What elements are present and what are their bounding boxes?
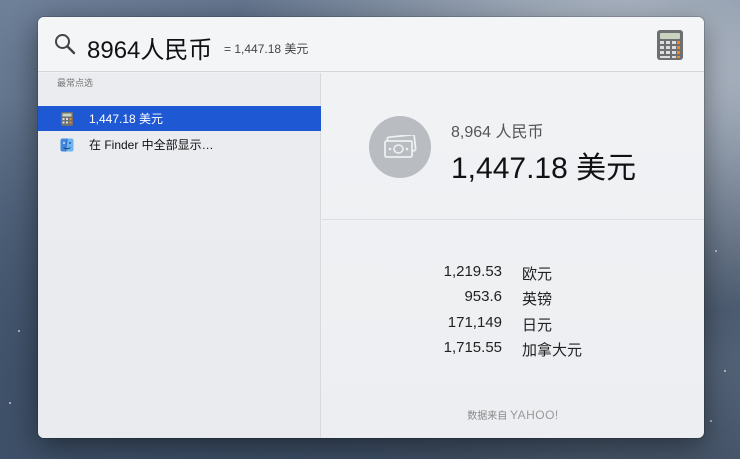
result-item-label: 在 Finder 中全部显示… [89, 138, 214, 152]
section-header: 最常点选 [57, 78, 94, 88]
conversion-currency: 加拿大元 [522, 342, 583, 359]
calculator-icon[interactable] [654, 29, 686, 61]
to-amount: 1,447.18 美元 [451, 152, 637, 185]
conversion-row: 953.6 英镑 [322, 288, 704, 310]
result-item-show-in-finder[interactable]: 在 Finder 中全部显示… [38, 132, 321, 157]
conversion-value: 1,219.53 [443, 263, 502, 280]
conversion-currency: 日元 [522, 317, 553, 334]
data-source: 数据来自 YAHOO! [322, 407, 704, 422]
result-item-label: 1,447.18 美元 [89, 112, 164, 126]
conversion-value: 953.6 [464, 288, 502, 305]
conversion-value: 171,149 [447, 314, 502, 331]
search-query[interactable]: 8964人民币 [87, 30, 212, 65]
source-prefix: 数据来自 [467, 411, 508, 422]
wallpaper-star [715, 250, 717, 252]
wallpaper-star [18, 330, 20, 332]
wallpaper-star [724, 370, 726, 372]
wallpaper-star [710, 420, 712, 422]
conversion-row: 1,715.55 加拿大元 [322, 339, 704, 361]
conversion-currency: 欧元 [522, 266, 553, 283]
from-amount: 8,964 人民币 [451, 124, 544, 141]
results-list: 最常点选 1,447.18 美元 在 Finder 中全部显示… [38, 73, 321, 438]
calculator-icon [61, 111, 73, 126]
wallpaper-star [9, 402, 11, 404]
conversion-summary: 8,964 人民币 1,447.18 美元 [322, 73, 704, 220]
conversion-currency: 英镑 [522, 291, 553, 308]
inline-result: = 1,447.18 美元 [224, 42, 309, 56]
spotlight-window: 8964人民币 = 1,447.18 美元 最常点选 1,447.18 美元 在… [38, 17, 704, 438]
money-icon [369, 116, 431, 178]
conversion-row: 171,149 日元 [322, 314, 704, 336]
finder-icon [60, 137, 74, 152]
result-item-calculator[interactable]: 1,447.18 美元 [38, 106, 321, 131]
search-icon [55, 34, 76, 55]
yahoo-logo: YAHOO! [509, 408, 559, 422]
conversion-row: 1,219.53 欧元 [322, 263, 704, 285]
conversion-value: 1,715.55 [443, 339, 502, 356]
search-bar[interactable]: 8964人民币 = 1,447.18 美元 [38, 17, 704, 72]
preview-pane: 8,964 人民币 1,447.18 美元 1,219.53 欧元 953.6 … [322, 73, 704, 438]
